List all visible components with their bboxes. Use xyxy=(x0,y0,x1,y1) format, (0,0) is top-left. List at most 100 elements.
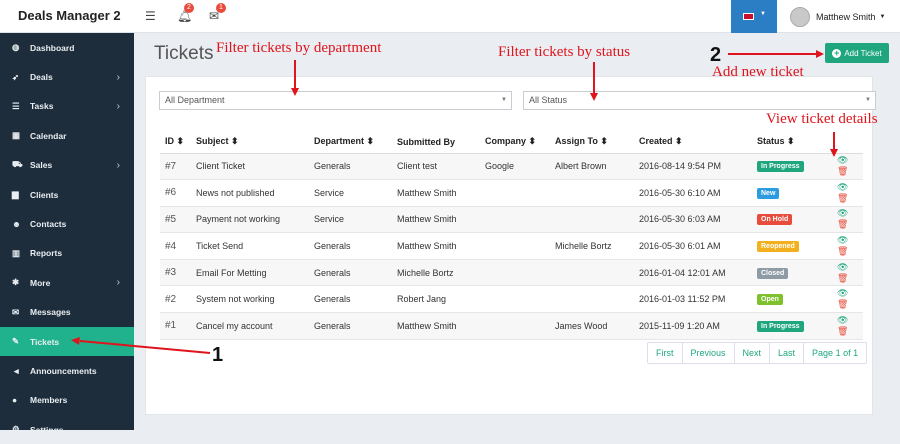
message-count: 1 xyxy=(216,3,226,13)
sidebar-item-tasks[interactable]: ☰ Tasks › xyxy=(0,92,134,121)
annotation-number-2: 2 xyxy=(710,44,722,66)
sidebar-item-messages[interactable]: ✉ Messages xyxy=(0,298,134,327)
annotation-filter-department: Filter tickets by department xyxy=(216,40,382,56)
cell-company xyxy=(480,285,550,314)
cell-submitted-by: Matthew Smith xyxy=(392,206,480,234)
sidebar-item-tickets[interactable]: ✎ Tickets xyxy=(0,326,134,357)
menu-toggle-icon[interactable]: ☰ xyxy=(145,9,156,23)
sidebar-item-contacts[interactable]: ☻ Contacts xyxy=(0,209,134,238)
cell-id: #6 xyxy=(160,179,191,207)
cell-id: #3 xyxy=(160,259,191,287)
cell-company: Google xyxy=(480,153,550,181)
pagination: First Previous Next Last Page 1 of 1 xyxy=(647,342,868,364)
cell-submitted-by: Matthew Smith xyxy=(392,312,480,340)
cell-department: Service xyxy=(309,206,392,234)
reports-icon: ▥ xyxy=(12,247,21,258)
contacts-icon: ☻ xyxy=(12,219,21,230)
delete-trash-icon[interactable]: 🗑︎ xyxy=(837,193,848,203)
cell-status: In Progress xyxy=(752,312,826,340)
status-filter[interactable]: All Status ▼ xyxy=(523,91,876,110)
page-indicator: Page 1 of 1 xyxy=(803,343,866,363)
cell-department: Service xyxy=(309,179,392,207)
envelope-icon[interactable]: ✉ 1 xyxy=(209,3,226,23)
first-page-button[interactable]: First xyxy=(648,343,682,363)
column-header[interactable]: Company ⬍ xyxy=(480,131,550,154)
chevron-right-icon: › xyxy=(116,277,120,289)
cell-subject: Ticket Send xyxy=(191,232,309,260)
delete-trash-icon[interactable]: 🗑︎ xyxy=(837,299,848,309)
delete-trash-icon[interactable]: 🗑︎ xyxy=(837,166,848,176)
cell-company xyxy=(480,232,550,260)
cell-created: 2016-08-14 9:54 PM xyxy=(634,153,752,181)
status-badge: Closed xyxy=(757,267,789,279)
cell-created: 2015-11-09 1:20 AM xyxy=(634,312,752,340)
sidebar-item-sales[interactable]: ⛟ Sales › xyxy=(0,151,134,180)
column-header[interactable]: Created ⬍ xyxy=(634,131,752,154)
column-header[interactable]: Status ⬍ xyxy=(752,131,826,154)
delete-trash-icon[interactable]: 🗑︎ xyxy=(837,326,848,336)
cell-assign-to: Albert Brown xyxy=(550,153,634,181)
calendar-icon: ▦ xyxy=(12,130,21,141)
language-selector[interactable]: ▼ xyxy=(731,0,777,33)
sidebar-item-label: Dashboard xyxy=(30,42,75,53)
column-header[interactable]: Department ⬍ xyxy=(309,131,392,154)
add-ticket-label: Add Ticket xyxy=(844,48,882,58)
app-title[interactable]: Deals Manager 2 xyxy=(0,0,134,33)
sidebar-item-reports[interactable]: ▥ Reports xyxy=(0,239,134,268)
user-menu[interactable]: Matthew Smith ▼ xyxy=(790,6,885,28)
sidebar: ◍ Dashboard ➶ Deals › ☰ Tasks › ▦ Calendar ⛟ Sales ›… xyxy=(0,33,134,435)
sidebar-item-deals[interactable]: ➶ Deals › xyxy=(0,62,134,91)
annotation-add-ticket: Add new ticket xyxy=(712,64,804,80)
cell-status: In Progress xyxy=(752,153,826,181)
cell-assign-to xyxy=(550,206,634,234)
top-bar: Deals Manager 2 ☰ 🔔︎ 2 ✉ 1 ▼ Matthew Smith… xyxy=(0,0,900,33)
cell-created: 2016-05-30 6:01 AM xyxy=(634,232,752,260)
table-row: #2 System not working Generals Robert Jang 2… xyxy=(160,285,863,314)
view-eye-icon[interactable]: 👁︎ xyxy=(837,288,848,298)
cell-assign-to xyxy=(550,179,634,207)
cell-submitted-by: Matthew Smith xyxy=(392,179,480,207)
column-header[interactable]: ID ⬍ xyxy=(160,131,191,154)
user-name: Matthew Smith xyxy=(816,12,876,22)
cell-status: New xyxy=(752,179,826,207)
sidebar-item-members[interactable]: ● Members xyxy=(0,386,134,415)
department-filter[interactable]: All Department ▼ xyxy=(159,91,512,110)
plus-icon: + xyxy=(832,47,842,58)
cell-created: 2016-01-03 11:52 PM xyxy=(634,285,752,314)
gear-icon: ✱ xyxy=(12,277,20,288)
sidebar-item-more[interactable]: ✱ More › xyxy=(0,268,134,297)
view-eye-icon[interactable]: 👁︎ xyxy=(837,155,848,165)
tickets-table: ID ⬍ Subject ⬍ Department ⬍ Submitted By Com… xyxy=(160,131,863,340)
view-eye-icon[interactable]: 👁︎ xyxy=(837,182,848,192)
clients-icon: ▆ xyxy=(12,189,19,200)
cell-assign-to: Michelle Bortz xyxy=(550,232,634,260)
column-header[interactable]: Submitted By xyxy=(392,131,480,154)
sidebar-item-label: Members xyxy=(30,395,68,406)
table-row: #5 Payment not working Service Matthew Smit… xyxy=(160,206,863,234)
view-eye-icon[interactable]: 👁︎ xyxy=(837,208,848,218)
delete-trash-icon[interactable]: 🗑︎ xyxy=(837,273,848,283)
bell-icon[interactable]: 🔔︎ 2 xyxy=(177,3,194,23)
delete-trash-icon[interactable]: 🗑︎ xyxy=(837,246,848,256)
sidebar-item-calendar[interactable]: ▦ Calendar xyxy=(0,121,134,150)
previous-page-button[interactable]: Previous xyxy=(681,343,734,363)
notification-count: 2 xyxy=(184,3,194,13)
cart-icon: ⛟ xyxy=(12,159,23,170)
avatar xyxy=(790,7,810,27)
last-page-button[interactable]: Last xyxy=(769,343,803,363)
column-header[interactable]: Assign To ⬍ xyxy=(550,131,634,154)
view-eye-icon[interactable]: 👁︎ xyxy=(837,262,848,272)
sidebar-item-announcements[interactable]: ◄ Announcements xyxy=(0,356,134,385)
view-eye-icon[interactable]: 👁︎ xyxy=(837,235,848,245)
sidebar-item-clients[interactable]: ▆ Clients xyxy=(0,180,134,209)
view-eye-icon[interactable]: 👁︎ xyxy=(837,315,848,325)
chevron-right-icon: › xyxy=(116,159,120,171)
next-page-button[interactable]: Next xyxy=(733,343,770,363)
sidebar-item-label: Contacts xyxy=(30,219,67,230)
column-header[interactable]: Subject ⬍ xyxy=(191,131,309,154)
messages-icon: ✉ xyxy=(12,306,20,317)
sidebar-item-dashboard[interactable]: ◍ Dashboard xyxy=(0,33,134,62)
rocket-icon: ➶ xyxy=(12,71,20,82)
delete-trash-icon[interactable]: 🗑︎ xyxy=(837,219,848,229)
add-ticket-button[interactable]: + Add Ticket xyxy=(825,43,889,63)
